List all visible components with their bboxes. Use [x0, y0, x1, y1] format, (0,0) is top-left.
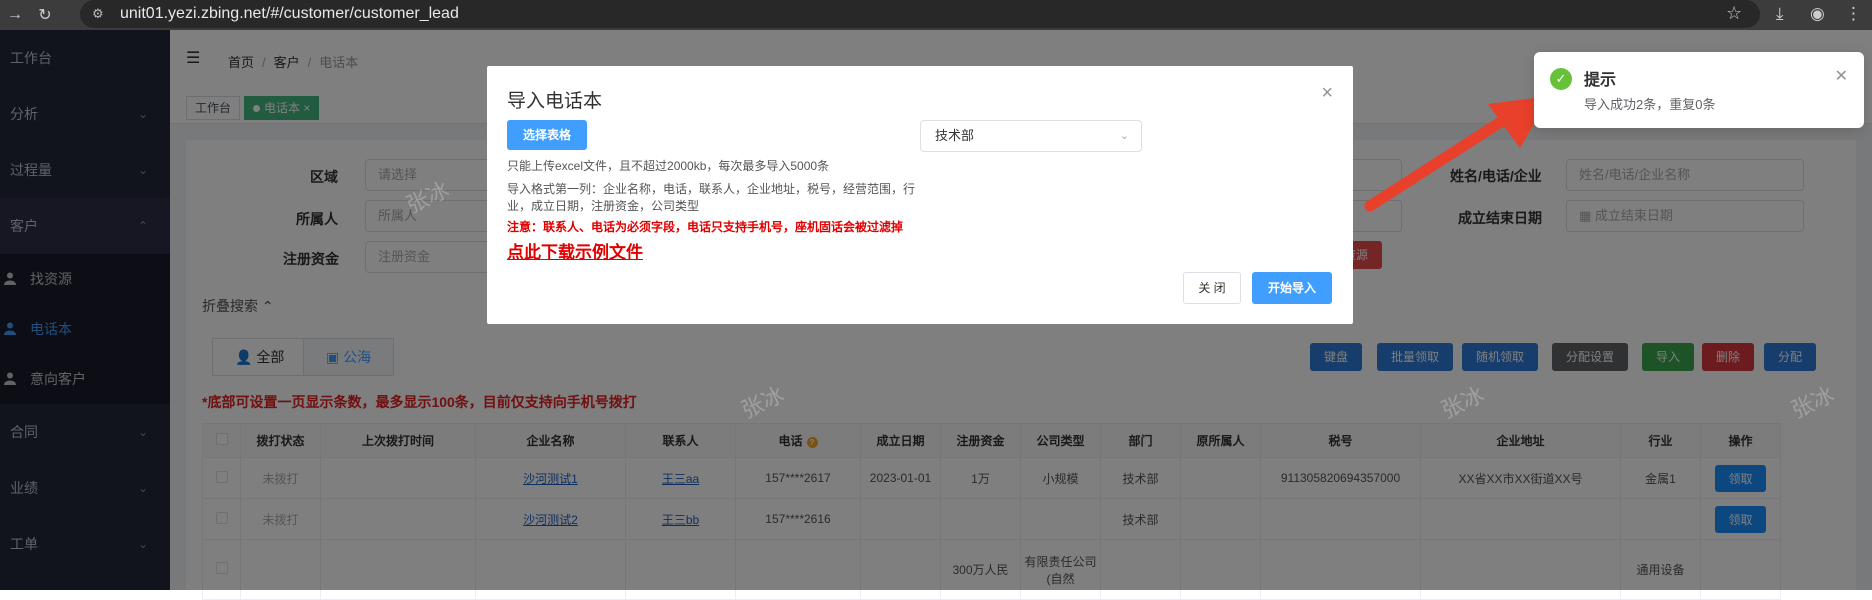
annotation-arrow [1364, 96, 1550, 212]
import-dialog: 导入电话本 × 选择表格 只能上传excel文件，且不超过2000kb，每次最多… [487, 66, 1353, 324]
size-note: 只能上传excel文件，且不超过2000kb，每次最多导入5000条 [507, 159, 830, 173]
format-note-1: 导入格式第一列：企业名称，电话，联系人，企业地址，税号，经营范围，行 [507, 182, 916, 196]
department-select[interactable]: 技术部 ⌄ [920, 120, 1142, 152]
close-button[interactable]: 关 闭 [1183, 272, 1241, 304]
bookmark-star-icon[interactable]: ☆ [1726, 3, 1742, 24]
close-icon[interactable]: × [1321, 82, 1333, 105]
close-icon[interactable]: ✕ [1835, 66, 1848, 86]
format-note-2: 业，成立日期，注册资金，公司类型 [507, 199, 700, 213]
start-import-button[interactable]: 开始导入 [1252, 272, 1332, 304]
download-sample-link[interactable]: 点此下载示例文件 [507, 238, 643, 263]
reload-icon[interactable]: ↻ [30, 5, 60, 25]
chevron-down-icon: ⌄ [1119, 130, 1129, 142]
menu-dots-icon[interactable]: ⋮ [1845, 4, 1862, 24]
check-circle-icon: ✓ [1550, 68, 1572, 90]
profile-icon[interactable]: ◉ [1810, 4, 1825, 24]
download-icon[interactable]: ⤓ [1776, 4, 1784, 24]
notification-message: 导入成功2条，重复0条 [1584, 97, 1716, 112]
address-bar[interactable]: ⚙ unit01.yezi.zbing.net/#/customer/custo… [80, 0, 1760, 28]
url-text: unit01.yezi.zbing.net/#/customer/custome… [120, 5, 459, 22]
choose-file-button[interactable]: 选择表格 [507, 120, 588, 150]
notification-title: 提示 [1584, 72, 1617, 89]
site-settings-icon[interactable]: ⚙ [92, 6, 112, 22]
forward-icon[interactable]: → [0, 6, 30, 24]
success-notification: ✓ 提示 导入成功2条，重复0条 ✕ [1534, 52, 1864, 128]
required-warning: 注意：联系人、电话为必须字段，电话只支持手机号，座机固话会被过滤掉 [507, 220, 904, 234]
dialog-title: 导入电话本 [507, 91, 603, 112]
